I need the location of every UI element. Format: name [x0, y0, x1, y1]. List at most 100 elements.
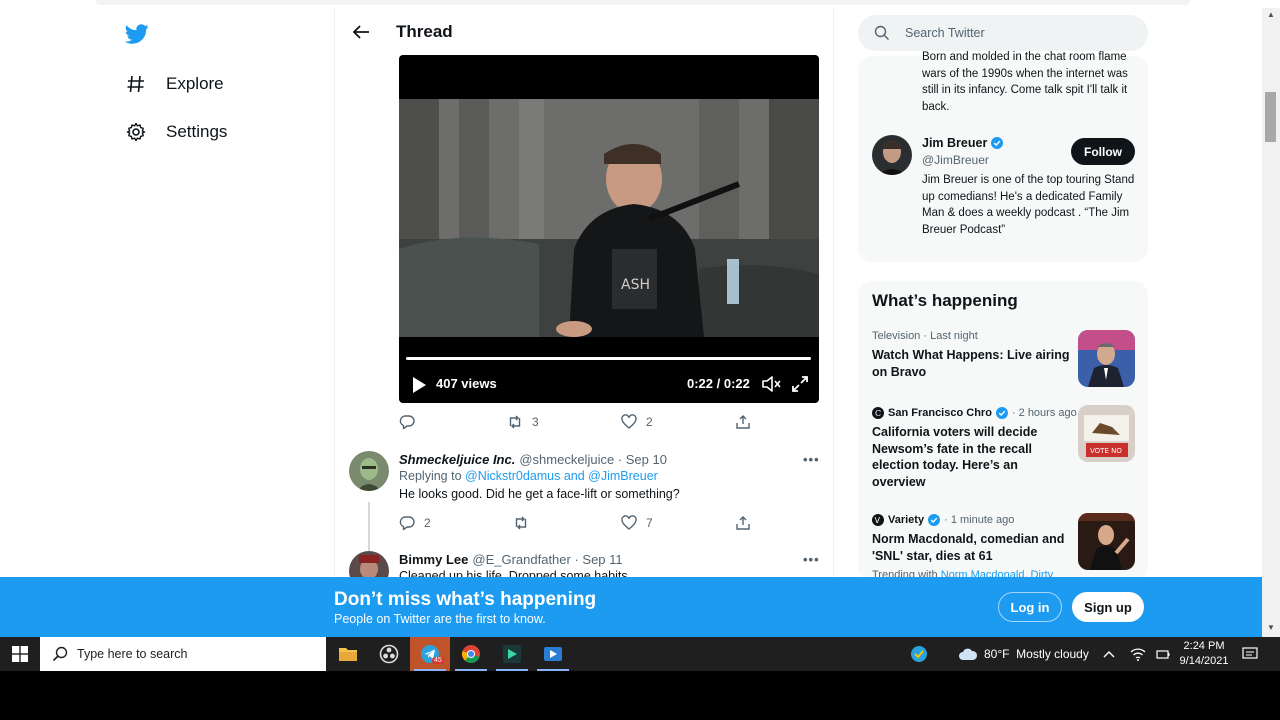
- verified-badge-icon: [995, 407, 1008, 419]
- svg-text:VOTE NO: VOTE NO: [1090, 447, 1122, 455]
- like-button[interactable]: 2: [621, 414, 653, 430]
- replying-to: Replying to @Nickstr0damus and @JimBreue…: [399, 469, 658, 483]
- back-arrow-icon[interactable]: [351, 22, 371, 42]
- wifi-icon[interactable]: [1130, 637, 1146, 671]
- nav-explore[interactable]: Explore: [124, 66, 224, 102]
- trend-thumbnail: VOTE NO: [1078, 405, 1135, 462]
- suggestion-handle: @JimBreuer: [922, 153, 989, 167]
- media-editor-icon: [503, 645, 521, 663]
- login-button[interactable]: Log in: [998, 592, 1062, 622]
- twitter-logo-icon[interactable]: [124, 22, 150, 46]
- taskbar-search-box[interactable]: Type here to search: [40, 637, 326, 671]
- taskbar-app-video[interactable]: [533, 637, 573, 671]
- trend-time: · 1 minute ago: [944, 514, 1015, 526]
- retweet-button[interactable]: [513, 515, 538, 531]
- video-progress-bar[interactable]: [406, 357, 811, 360]
- notification-badge: 45: [432, 657, 444, 664]
- taskbar-search-placeholder: Type here to search: [77, 647, 188, 661]
- clock-time: 2:24 PM: [1183, 640, 1225, 652]
- user-bio: Born and molded in the chat room flame w…: [922, 51, 1128, 113]
- battery-icon[interactable]: [1156, 637, 1170, 671]
- signup-banner: Don’t miss what’s happening People on Tw…: [0, 577, 1262, 637]
- reply-count: 2: [424, 516, 431, 530]
- video-app-icon: [544, 647, 562, 661]
- trend-headline: Norm Macdonald, comedian and 'SNL' star,…: [872, 532, 1065, 563]
- gear-icon: [124, 120, 148, 144]
- windows-logo-icon: [12, 646, 28, 662]
- follow-button[interactable]: Follow: [1071, 138, 1135, 165]
- reply-meta: @shmeckeljuice · Sep 10: [519, 452, 667, 467]
- notifications-icon[interactable]: [1242, 637, 1258, 671]
- browser-viewport: Explore Settings Thread ASH 407 views 0:…: [0, 0, 1280, 637]
- reply-button[interactable]: [399, 414, 424, 430]
- play-icon[interactable]: [411, 376, 427, 394]
- folder-icon: [339, 648, 357, 661]
- share-button[interactable]: [735, 515, 751, 531]
- video-frame-image: ASH: [399, 99, 819, 337]
- suggestion-name[interactable]: Jim Breuer: [922, 136, 1004, 150]
- chevron-up-icon[interactable]: [1102, 637, 1116, 671]
- thread-header: Thread: [335, 8, 833, 56]
- reply-author[interactable]: Bimmy Lee @E_Grandfather · Sep 11: [399, 552, 623, 567]
- scroll-up-icon[interactable]: ▲: [1267, 10, 1275, 19]
- chrome-icon: [462, 645, 480, 663]
- signup-button[interactable]: Sign up: [1072, 592, 1144, 622]
- cloud-icon: [959, 648, 978, 660]
- share-icon: [736, 415, 750, 429]
- retweet-icon: [509, 415, 521, 429]
- system-clock[interactable]: 2:24 PM 9/14/2021: [1170, 639, 1238, 669]
- svg-text:ASH: ASH: [621, 277, 650, 293]
- taskbar-app-editor[interactable]: [492, 637, 532, 671]
- nav-settings[interactable]: Settings: [124, 114, 227, 150]
- reply-actions: 2 7: [399, 515, 759, 533]
- trend-item[interactable]: C San Francisco Chro · 2 hours ago Calif…: [872, 405, 1137, 490]
- taskbar-app-obs[interactable]: [369, 637, 409, 671]
- fullscreen-icon[interactable]: [791, 375, 809, 393]
- taskbar-file-explorer[interactable]: [328, 637, 368, 671]
- scrollbar-thumb[interactable]: [1265, 92, 1276, 142]
- trend-item[interactable]: Television · Last night Watch What Happe…: [872, 330, 1137, 387]
- retweet-button[interactable]: 3: [507, 414, 539, 430]
- page-scrollbar[interactable]: ▲ ▼: [1262, 8, 1280, 637]
- reply-author[interactable]: Shmeckeljuice Inc. @shmeckeljuice · Sep 1…: [399, 452, 667, 467]
- search-icon: [874, 25, 889, 40]
- weather-widget[interactable]: 80°F Mostly cloudy: [958, 637, 1089, 671]
- svg-text:C: C: [875, 409, 881, 418]
- hashtag-icon: [124, 72, 148, 96]
- banner-subtitle: People on Twitter are the first to know.: [334, 612, 546, 626]
- page-title: Thread: [396, 22, 453, 41]
- taskbar-app-chrome[interactable]: [451, 637, 491, 671]
- like-button[interactable]: 7: [621, 515, 653, 531]
- more-options-icon[interactable]: •••: [803, 452, 820, 467]
- banner-title: Don’t miss what’s happening: [334, 589, 597, 610]
- heart-icon: [621, 414, 637, 429]
- scroll-down-icon[interactable]: ▼: [1267, 623, 1275, 632]
- volume-icon[interactable]: [761, 375, 781, 393]
- trend-thumbnail: [1078, 330, 1135, 387]
- tweet-actions: 3 2: [399, 414, 759, 432]
- search-input[interactable]: Search Twitter: [858, 15, 1148, 51]
- reply-button[interactable]: 2: [399, 515, 431, 531]
- search-placeholder: Search Twitter: [905, 26, 985, 40]
- windows-start-button[interactable]: [0, 637, 40, 671]
- reply-icon: [399, 516, 415, 531]
- taskbar-app-telegram[interactable]: 45: [410, 637, 450, 671]
- video-player[interactable]: ASH 407 views 0:22 / 0:22: [399, 55, 819, 403]
- share-button[interactable]: [735, 414, 751, 430]
- avatar[interactable]: [349, 451, 389, 491]
- reply-icon: [399, 415, 415, 430]
- replying-to-link[interactable]: @Nickstr0damus and @JimBreuer: [465, 469, 658, 483]
- trend-item[interactable]: V Variety · 1 minute ago Norm Macdonald,…: [872, 513, 1137, 570]
- more-options-icon[interactable]: •••: [803, 552, 820, 567]
- help-icon[interactable]: [910, 637, 928, 671]
- retweet-icon: [515, 516, 527, 530]
- verified-badge-icon: [991, 137, 1004, 149]
- like-count: 7: [646, 516, 653, 530]
- publisher-logo-icon: V: [872, 514, 884, 526]
- obs-icon: [379, 644, 399, 664]
- browser-chrome-strip: [0, 0, 1280, 8]
- trend-time: · 2 hours ago: [1011, 407, 1077, 419]
- avatar[interactable]: [872, 135, 912, 175]
- publisher-logo-icon: C: [872, 407, 884, 419]
- video-views: 407 views: [436, 376, 497, 391]
